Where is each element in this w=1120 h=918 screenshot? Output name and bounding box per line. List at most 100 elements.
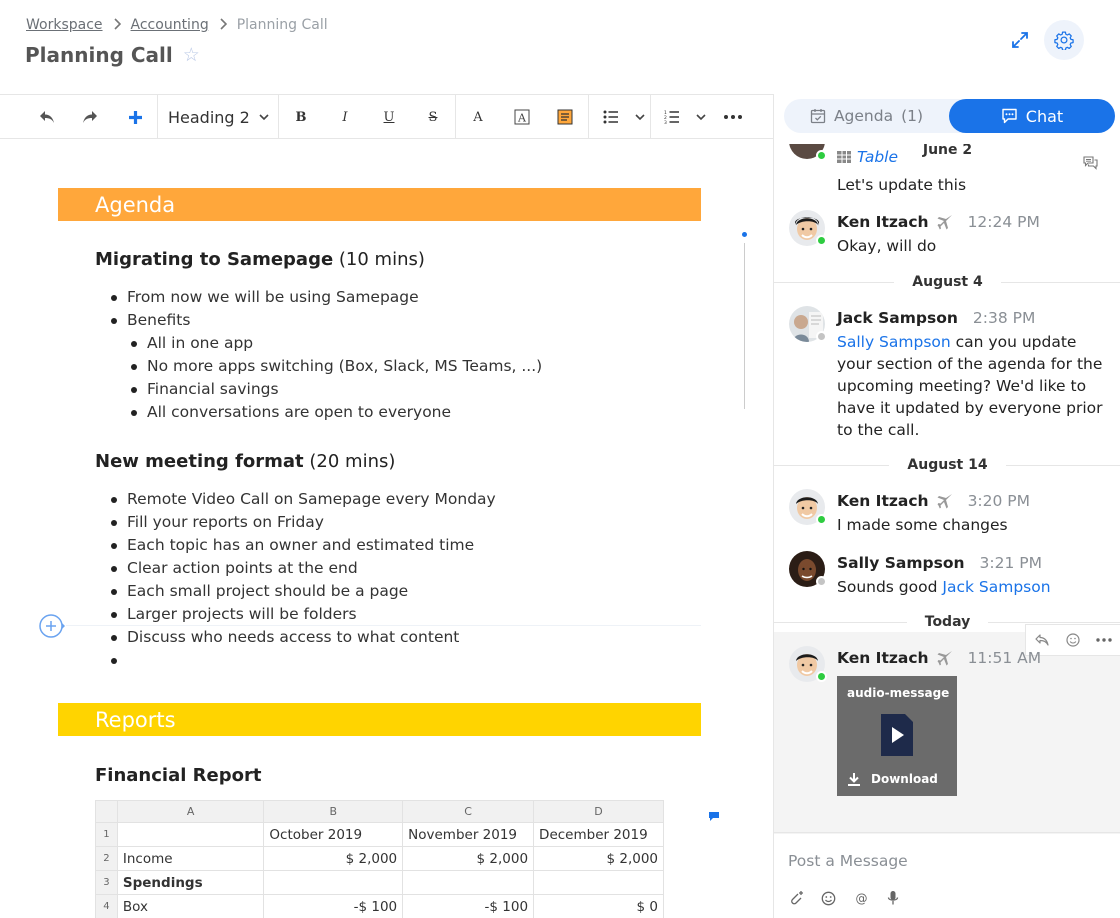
row-number[interactable]: 1	[95, 822, 118, 847]
table-cell[interactable]: $ 0	[533, 894, 664, 918]
strikethrough-button[interactable]: S	[418, 95, 448, 139]
chat-bubble-icon	[1002, 108, 1017, 124]
tab-chat-label: Chat	[1025, 106, 1064, 126]
message-input[interactable]	[788, 847, 1108, 875]
spreadsheet-table[interactable]: A B C D 1 October 2019 November 2019 Dec…	[95, 800, 664, 918]
column-header[interactable]: B	[263, 800, 404, 823]
star-icon[interactable]: ☆	[183, 44, 200, 66]
table-cell[interactable]: -$ 100	[402, 894, 535, 918]
emoji-button[interactable]	[821, 887, 854, 909]
scroll-indicator-track[interactable]	[744, 243, 745, 409]
page-title: Planning Call ☆	[25, 43, 200, 67]
chat-messages[interactable]: Table June 2 Let's update this Ken Itzac…	[774, 144, 1120, 834]
download-button[interactable]: Download	[847, 772, 938, 786]
text-highlight-icon: A	[514, 109, 530, 125]
table-row: 3 Spendings	[95, 870, 664, 895]
numbered-list-button[interactable]: 123	[657, 95, 687, 139]
add-block-button[interactable]	[38, 612, 66, 640]
spreadsheet-corner-cell	[95, 800, 118, 823]
date-divider-label: June 2	[774, 144, 1120, 158]
svg-text:A: A	[517, 112, 527, 125]
insert-guide-line	[66, 625, 701, 626]
bullet-list-options[interactable]	[632, 95, 648, 139]
breadcrumb-accounting[interactable]: Accounting	[131, 17, 209, 33]
settings-button[interactable]	[1044, 20, 1084, 60]
heading-style-select[interactable]: Heading 2	[168, 95, 273, 139]
topic-heading: Migrating to Samepage (10 mins)	[95, 249, 425, 270]
message-text: Sally Sampson can you update your sectio…	[837, 333, 1103, 439]
voice-message-button[interactable]	[887, 887, 920, 909]
section-header-agenda: Agenda	[58, 188, 701, 221]
table-row: 2 Income $ 2,000 $ 2,000 $ 2,000	[95, 846, 664, 871]
svg-text:3: 3	[664, 120, 667, 124]
undo-button[interactable]	[30, 95, 64, 139]
play-icon[interactable]	[879, 712, 915, 762]
redo-button[interactable]	[73, 95, 107, 139]
breadcrumb-current: Planning Call	[236, 17, 328, 33]
message-composer: @	[774, 832, 1120, 918]
column-header[interactable]: C	[402, 800, 535, 823]
table-cell[interactable]: $ 2,000	[402, 846, 535, 871]
table-cell[interactable]	[116, 822, 265, 847]
download-icon	[848, 773, 860, 786]
comment-icon[interactable]	[708, 807, 720, 826]
document-body[interactable]: Agenda Migrating to Samepage (10 mins) F…	[0, 139, 773, 918]
message-time: 2:38 PM	[972, 309, 1036, 327]
column-header[interactable]: A	[116, 800, 265, 823]
table-cell[interactable]: October 2019	[263, 822, 404, 847]
tab-agenda[interactable]: Agenda (1)	[784, 99, 949, 133]
table-cell[interactable]	[402, 870, 535, 895]
user-mention[interactable]: Sally Sampson	[837, 333, 951, 351]
message-more-button[interactable]	[1089, 625, 1120, 655]
numbered-list-options[interactable]	[693, 95, 709, 139]
underline-button[interactable]: U	[374, 95, 404, 139]
block-style-button[interactable]	[550, 95, 580, 139]
table-cell[interactable]: -$ 100	[263, 894, 404, 918]
airplane-icon	[937, 494, 952, 509]
online-status-indicator	[816, 514, 827, 525]
tab-chat[interactable]: Chat	[949, 99, 1115, 133]
section-title: Agenda	[95, 192, 176, 217]
message-author: Ken Itzach 12:24 PM	[837, 213, 1040, 231]
audio-attachment[interactable]: audio-message... Download	[837, 676, 957, 796]
row-number[interactable]: 2	[95, 846, 118, 871]
section-header-reports: Reports	[58, 703, 701, 736]
table-cell[interactable]: $ 2,000	[263, 846, 404, 871]
composer-actions: @	[788, 887, 920, 909]
mention-button[interactable]: @	[854, 887, 887, 909]
text-color-button[interactable]: A	[463, 95, 493, 139]
bullet-list-icon	[603, 110, 618, 124]
row-number[interactable]: 3	[95, 870, 118, 895]
message-text: I made some changes	[837, 516, 1008, 534]
insert-button[interactable]	[118, 95, 152, 139]
more-options-button[interactable]	[716, 95, 750, 139]
table-cell[interactable]: Spendings	[116, 870, 265, 895]
table-cell[interactable]: Income	[116, 846, 265, 871]
section-title: Reports	[95, 707, 176, 732]
message-time: 11:51 AM	[967, 649, 1042, 667]
toolbar-divider	[588, 95, 589, 139]
italic-button[interactable]: I	[330, 95, 360, 139]
column-header[interactable]: D	[533, 800, 664, 823]
user-mention[interactable]: Jack Sampson	[942, 578, 1050, 596]
table-cell[interactable]: November 2019	[402, 822, 535, 847]
emoji-icon	[1066, 633, 1080, 647]
editor-toolbar: Heading 2 B I U S A A 123	[0, 94, 773, 139]
list-item: From now we will be using Samepage	[108, 286, 542, 309]
table-cell[interactable]	[533, 870, 664, 895]
highlight-button[interactable]: A	[507, 95, 537, 139]
bold-button[interactable]: B	[286, 95, 316, 139]
table-cell[interactable]	[263, 870, 404, 895]
row-number[interactable]: 4	[95, 894, 118, 918]
scroll-indicator-dot	[742, 232, 747, 237]
attach-button[interactable]	[788, 887, 821, 909]
table-cell[interactable]: $ 2,000	[533, 846, 664, 871]
table-cell[interactable]: Box	[116, 894, 265, 918]
reaction-button[interactable]	[1057, 625, 1088, 655]
thread-icon[interactable]	[1083, 155, 1098, 174]
expand-icon[interactable]	[1008, 28, 1032, 52]
date-divider-label: August 14	[774, 457, 1120, 473]
bullet-list-button[interactable]	[596, 95, 626, 139]
breadcrumb-workspace[interactable]: Workspace	[26, 17, 103, 33]
table-cell[interactable]: December 2019	[533, 822, 664, 847]
